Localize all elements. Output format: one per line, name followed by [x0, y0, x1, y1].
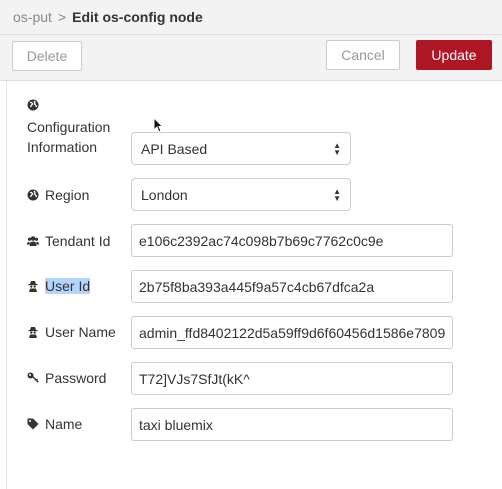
mouse-pointer-icon	[153, 117, 163, 133]
tenant-label-text: Tendant Id	[45, 233, 111, 249]
user-secret-icon	[27, 280, 39, 292]
config-label: Configuration Information	[27, 99, 110, 157]
username-label: User Name	[27, 324, 116, 340]
tenant-label: Tendant Id	[27, 233, 110, 249]
tray-header: os-put > Edit os-config node	[0, 0, 502, 35]
name-label: Name	[27, 416, 82, 432]
user-id-input[interactable]: 2b75f8ba393a445f9a57c4cb67dfca2a	[131, 270, 453, 303]
userid-label-text: User Id	[45, 278, 91, 294]
userid-label: User Id	[27, 278, 91, 294]
config-label-line2: Information	[27, 139, 98, 155]
region-select[interactable]: London ▲ ▼	[131, 178, 351, 211]
delete-button[interactable]: Delete	[12, 41, 82, 71]
config-select[interactable]: API Based ▲ ▼	[131, 132, 351, 165]
user-name-input[interactable]: admin_ffd8402122d5a59ff9d6f60456d1586e78…	[131, 316, 453, 349]
user-secret-icon	[27, 326, 39, 338]
name-label-text: Name	[45, 416, 83, 432]
globe-icon	[27, 189, 39, 201]
region-label-text: Region	[45, 187, 90, 203]
update-button[interactable]: Update	[416, 40, 492, 70]
form-body: Configuration Information API Based ▲ ▼ R…	[6, 81, 502, 489]
name-input[interactable]: taxi bluemix	[131, 408, 453, 441]
config-label-line1: Configuration	[27, 119, 111, 135]
password-input[interactable]: T72]VJs7SfJt(kK^	[131, 362, 453, 395]
select-arrows-icon: ▲ ▼	[333, 186, 341, 203]
select-arrows-icon: ▲ ▼	[333, 140, 341, 157]
region-select-value: London	[141, 186, 188, 203]
cancel-button[interactable]: Cancel	[326, 40, 400, 70]
breadcrumb-separator: >	[57, 9, 67, 25]
username-label-text: User Name	[45, 324, 116, 340]
config-select-value: API Based	[141, 140, 208, 157]
key-icon	[27, 372, 39, 384]
breadcrumb-parent[interactable]: os-put	[13, 9, 52, 25]
password-label: Password	[27, 370, 106, 386]
page-title: Edit os-config node	[72, 9, 203, 25]
tenant-id-input[interactable]: e106c2392ac74c098b7b69c7762c0c9e	[131, 224, 453, 257]
password-label-text: Password	[45, 370, 107, 386]
tag-icon	[27, 418, 39, 430]
tray-toolbar: Delete Cancel Update	[0, 35, 502, 81]
globe-icon	[27, 99, 39, 111]
users-icon	[27, 235, 39, 247]
region-label: Region	[27, 187, 89, 203]
